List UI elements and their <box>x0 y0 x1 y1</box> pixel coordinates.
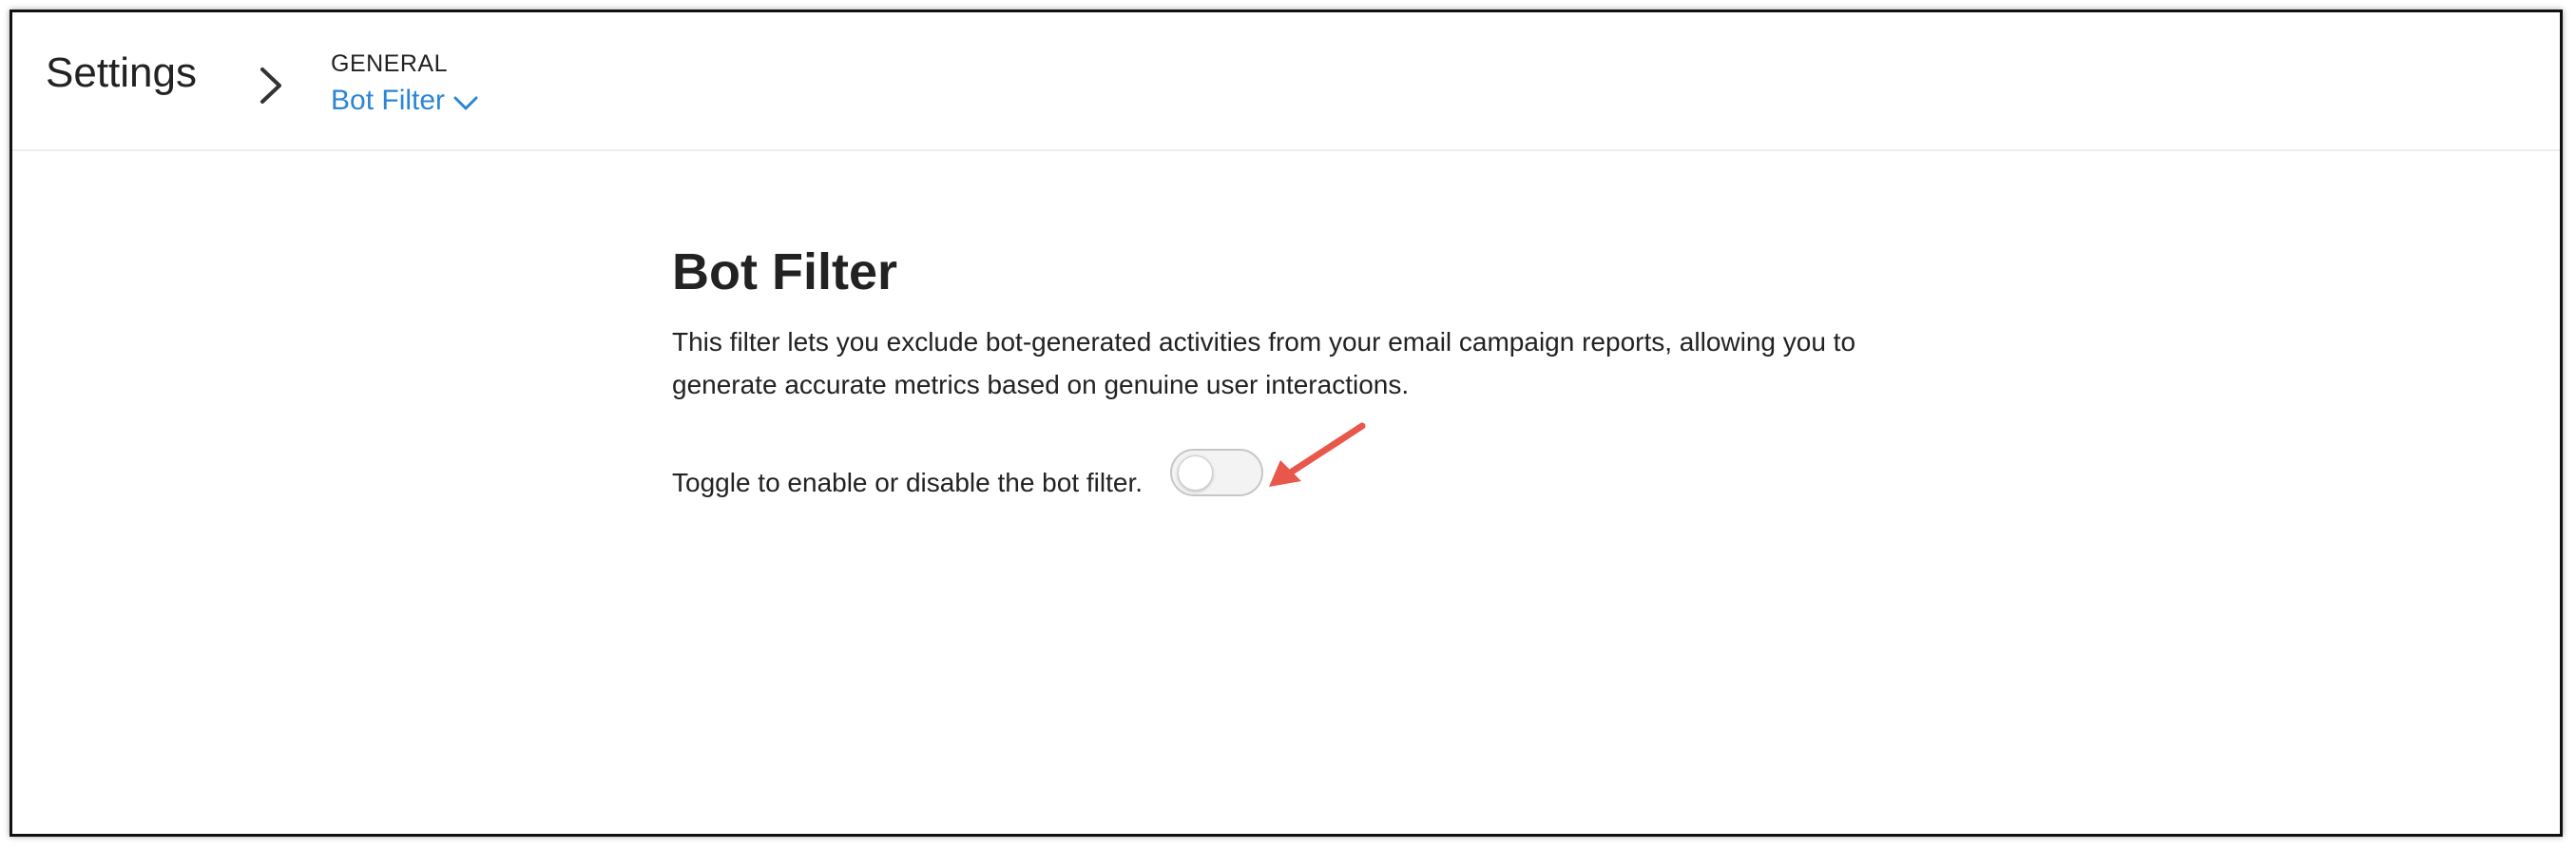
chevron-down-icon <box>453 96 478 110</box>
page-description: This filter lets you exclude bot-generat… <box>672 326 1856 399</box>
chevron-right-icon <box>260 68 281 104</box>
header-bar: Settings GENERAL Bot Filter <box>12 12 2560 151</box>
toggle-row: Toggle to enable or disable the bot filt… <box>672 449 1263 498</box>
toggle-label: Toggle to enable or disable the bot filt… <box>672 468 1144 497</box>
settings-title[interactable]: Settings <box>46 52 197 94</box>
app-window: Settings GENERAL Bot Filter Bot Filter T… <box>10 10 2563 837</box>
bot-filter-panel: Bot Filter This filter lets you exclude … <box>672 243 1908 497</box>
breadcrumb-current-label: Bot Filter <box>331 85 446 116</box>
toggle-knob <box>1178 455 1213 491</box>
breadcrumb-dropdown[interactable]: Bot Filter <box>331 85 479 117</box>
red-arrow-annotation <box>1269 422 1366 487</box>
page-title: Bot Filter <box>672 243 897 300</box>
breadcrumb-group: GENERAL <box>331 50 448 77</box>
bot-filter-toggle[interactable] <box>1170 449 1263 496</box>
